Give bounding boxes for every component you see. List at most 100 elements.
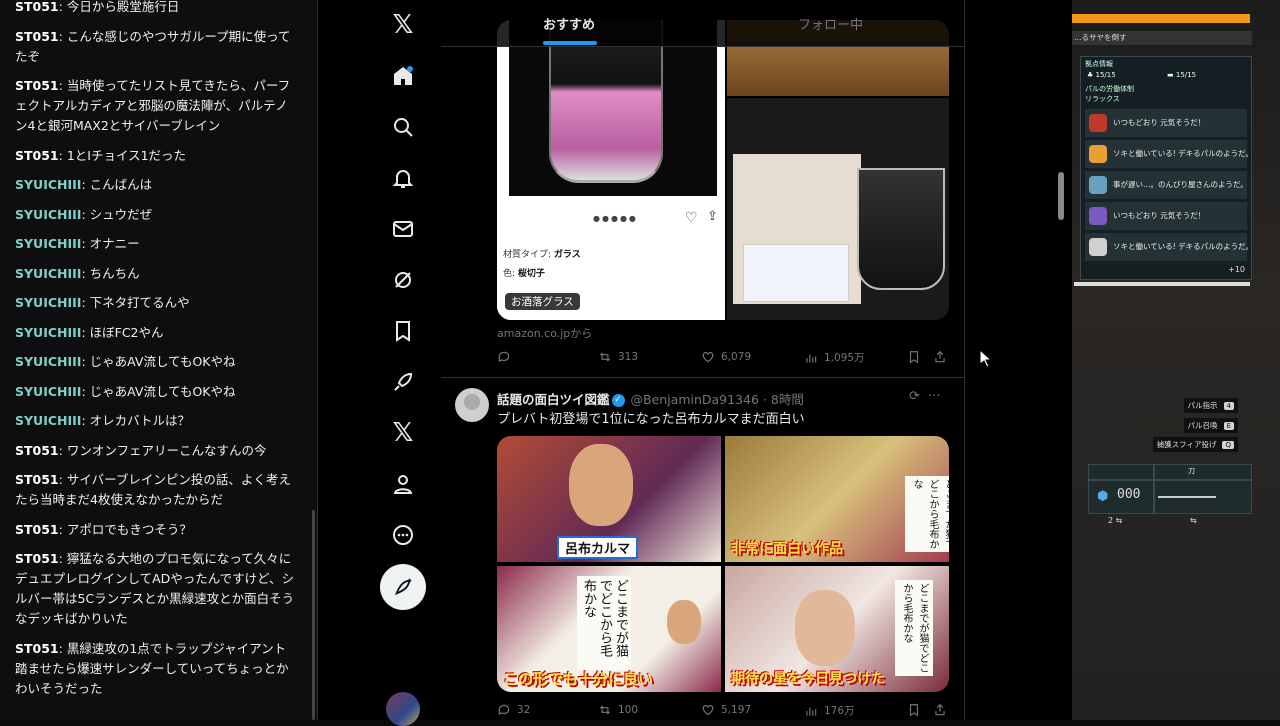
like-count: 5,197 xyxy=(721,704,752,716)
tweet2-time[interactable]: 8時間 xyxy=(771,392,804,407)
chat-message-list: ST051: 今日から殿堂施行日 ST051: こんな感じのやつサガループ期に使っ… xyxy=(15,0,297,708)
tweet1-actions: 313 6,079 1,095万 xyxy=(497,350,949,368)
x-premium-icon[interactable]: 𝕏 xyxy=(386,416,420,450)
chat-username[interactable]: ST051 xyxy=(15,551,59,566)
pal-count-stat: ♣ 15/15 xyxy=(1087,71,1116,79)
link-source[interactable]: amazon.co.jpから xyxy=(497,325,592,341)
chat-colon: : xyxy=(58,551,67,566)
tweet2-display-name[interactable]: 話題の面白ツイ図鑑 xyxy=(497,392,610,407)
reply-button[interactable] xyxy=(497,350,517,364)
pal-status: いつもどおり 元気そうだ！ xyxy=(1113,118,1206,127)
pal-row[interactable]: いつもどおり 元気そうだ！ xyxy=(1085,202,1247,230)
gift-card xyxy=(743,244,849,302)
tweet1-media[interactable]: ●●●●● ♡ ⇪ 材質タイプ: ガラス 色: 桜切子 お酒落グラス xyxy=(497,20,949,320)
chat-username[interactable]: SYUICHIII xyxy=(15,413,81,428)
chat-username[interactable]: ST051 xyxy=(15,641,59,656)
tweet-divider xyxy=(441,377,964,378)
chat-username[interactable]: SYUICHIII xyxy=(15,295,81,310)
grok-icon[interactable]: ⟳ xyxy=(909,389,920,404)
chat-colon: : xyxy=(58,78,67,93)
chat-scrollbar[interactable] xyxy=(312,510,315,720)
pal-row[interactable]: 事が遅い…。のんびり屋さんのようだ。 xyxy=(1085,171,1248,199)
weapon-name: 刀 xyxy=(1188,467,1195,475)
x-premium-glyph: 𝕏 xyxy=(392,418,414,448)
reply-icon xyxy=(498,704,510,716)
views-icon xyxy=(806,354,817,363)
chat-message: ST051: こんな感じのやつサガループ期に使ってたぞ xyxy=(15,27,297,67)
share-button[interactable] xyxy=(933,703,947,717)
chat-username[interactable]: SYUICHIII xyxy=(15,207,81,222)
tab-following[interactable]: フォロー中 xyxy=(798,14,863,33)
reply-button[interactable]: 32 xyxy=(497,703,530,717)
chat-username[interactable]: ST051 xyxy=(15,0,59,14)
bed-count: 15/15 xyxy=(1175,71,1197,79)
grok-icon[interactable] xyxy=(386,263,420,297)
sphere-icon: ⬢ xyxy=(1097,489,1109,504)
like-button[interactable]: 5,197 xyxy=(701,703,751,717)
chat-message: SYUICHIII: オレカバトルは？ xyxy=(15,411,297,431)
chat-username[interactable]: SYUICHIII xyxy=(15,325,81,340)
pal-row[interactable]: ソキと働いている! デキるパルのようだ。 xyxy=(1085,233,1253,261)
glass2-image xyxy=(857,168,945,290)
tweet2-avatar[interactable] xyxy=(455,388,489,422)
pal-portrait xyxy=(1089,145,1107,163)
control-hint: パル召喚 E xyxy=(1183,418,1238,433)
bookmark-icon[interactable] xyxy=(386,314,420,348)
retweet-button[interactable]: 313 xyxy=(598,350,638,364)
like-icon xyxy=(702,352,714,363)
chat-username[interactable]: SYUICHIII xyxy=(15,236,81,251)
chat-username[interactable]: ST051 xyxy=(15,148,59,163)
bell-icon[interactable] xyxy=(386,161,420,195)
account-avatar[interactable] xyxy=(386,692,420,726)
hint-label: パル指示 xyxy=(1187,401,1218,410)
more-icon[interactable] xyxy=(386,518,420,552)
chat-username[interactable]: SYUICHIII xyxy=(15,177,81,192)
home-icon[interactable] xyxy=(386,59,420,93)
views-button[interactable]: 176万 xyxy=(804,703,855,718)
hud-divider xyxy=(1074,282,1250,286)
chat-colon: : xyxy=(58,442,67,458)
chat-message: SYUICHIII: オナニー xyxy=(15,234,297,254)
bookmark-button[interactable] xyxy=(907,350,921,364)
bookmark-icon xyxy=(909,351,919,364)
pal-row[interactable]: いつもどおり 元気そうだ！ xyxy=(1085,109,1247,137)
chat-username[interactable]: SYUICHIII xyxy=(15,354,81,369)
quest-text: …るサヤを倒す xyxy=(1072,31,1252,45)
mail-icon[interactable] xyxy=(386,212,420,246)
image-quadrant-3: どこまでが猫でどこから毛布かな この形でも十分に良い xyxy=(497,566,721,692)
profile-icon[interactable] xyxy=(386,467,420,501)
x-logo-icon[interactable]: 𝕏 xyxy=(386,8,420,42)
base-info-panel: 拠点情報 ♣ 15/15 ▬ 15/15 パルの労働体制 リラックス いつもどお… xyxy=(1080,56,1253,280)
chat-username[interactable]: ST051 xyxy=(15,29,59,44)
share-button[interactable] xyxy=(933,350,947,364)
tab-recommended[interactable]: おすすめ xyxy=(543,14,595,33)
pal-row[interactable]: ソキと働いている! デキるパルのようだ。 xyxy=(1085,140,1253,168)
feather-icon xyxy=(394,578,412,596)
rocket-icon[interactable] xyxy=(386,365,420,399)
poem-vertical: どこまでが猫でどこから毛布かな xyxy=(895,580,933,676)
twitter-window: 𝕏 𝕏 おすすめ フォロー中 ●●●●● ♡ ⇪ 材質タイプ: ガラス 色: 桜… xyxy=(317,0,1074,726)
post-button[interactable] xyxy=(380,564,426,610)
weapon-switch-icon: ⇆ xyxy=(1190,516,1197,525)
retweet-button[interactable]: 100 xyxy=(598,703,638,717)
x-logo-glyph: 𝕏 xyxy=(392,10,414,40)
dot-separator: · xyxy=(758,392,771,407)
tweet2-text: プレバト初登場で1位になった呂布カルマまだ面白い xyxy=(497,412,805,427)
timeline-scrollbar[interactable] xyxy=(1058,172,1064,220)
chat-username[interactable]: SYUICHIII xyxy=(15,384,81,399)
more-options-icon[interactable]: ··· xyxy=(928,389,940,404)
tweet2-media[interactable]: 呂布カルマ どこまでが猫でどこから毛布かな 非常に面白い作品 どこまでが猫でどこ… xyxy=(497,436,949,692)
like-button[interactable]: 6,079 xyxy=(701,350,751,364)
bookmark-button[interactable] xyxy=(907,703,921,717)
chat-username[interactable]: ST051 xyxy=(15,522,59,537)
chat-username[interactable]: ST051 xyxy=(15,78,59,93)
nameplate: 呂布カルマ xyxy=(557,536,639,559)
chat-username[interactable]: ST051 xyxy=(15,472,59,487)
tweet2-handle[interactable]: @BenjaminDa91346 xyxy=(631,392,759,407)
chat-username[interactable]: SYUICHIII xyxy=(15,266,81,281)
search-icon[interactable] xyxy=(386,110,420,144)
chat-username[interactable]: ST051 xyxy=(15,443,59,458)
person-face xyxy=(795,590,855,666)
views-button[interactable]: 1,095万 xyxy=(804,350,865,365)
image-quadrant-2: どこまでが猫でどこから毛布かな 非常に面白い作品 xyxy=(725,436,949,562)
